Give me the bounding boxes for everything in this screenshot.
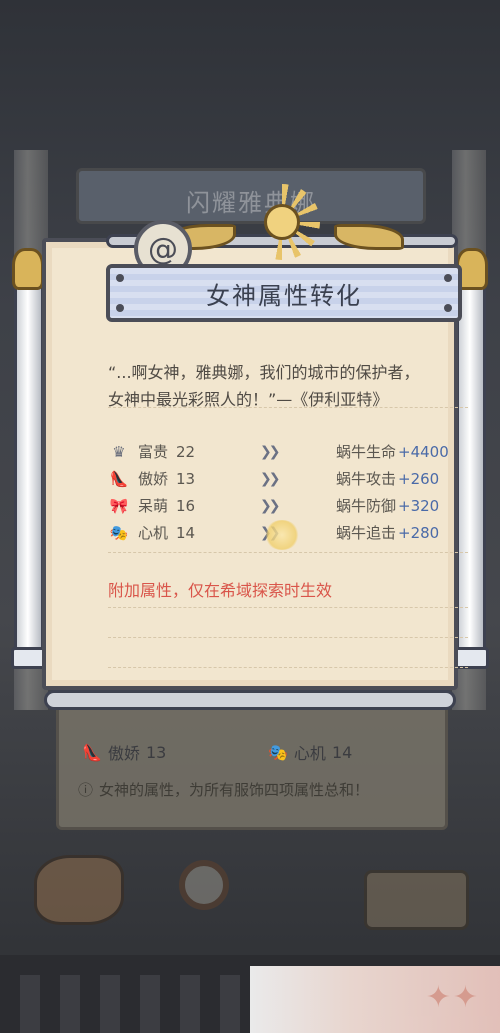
- shoe-icon: 👠: [82, 742, 102, 762]
- double-chevron-icon: ❯❯: [260, 470, 281, 487]
- quote: “...啊女神，雅典娜，我们的城市的保护者， 女神中最光彩照人的！”—《伊利亚特…: [108, 359, 478, 413]
- stat-value: 22: [176, 442, 196, 461]
- modal-title-plate: 女神属性转化: [106, 264, 462, 322]
- stat-value: 16: [176, 496, 196, 515]
- bolt: [444, 274, 452, 282]
- stat-value: 14: [176, 523, 196, 542]
- sun-ornament-icon: [244, 184, 320, 260]
- bg-stat-value: 14: [331, 742, 353, 762]
- snail-stat-label: 蜗牛追击: [336, 524, 397, 542]
- parchment-panel: @ 女神属性转化 “...啊女神，雅典娜，我们的城市的保护者， 女神中最光彩照人…: [42, 184, 468, 690]
- snail-stat-bonus: +280: [398, 523, 440, 542]
- stat-label: 心机: [138, 524, 169, 542]
- shoe-icon: 👠: [109, 469, 129, 488]
- double-chevron-icon: ❯❯: [260, 497, 281, 514]
- stat-row-luxury: ♛ 富贵 22 ❯❯ 蜗牛生命 +4400: [108, 438, 468, 465]
- bow-icon: 🎀: [109, 496, 129, 515]
- bar-slat: [20, 975, 40, 1033]
- bar-slat: [100, 975, 120, 1033]
- bar-slat: [220, 975, 240, 1033]
- quote-line-2: 女神中最光彩照人的！”—《伊利亚特》: [108, 390, 389, 409]
- bar-slat: [140, 975, 160, 1033]
- snail-stat-bonus: +4400: [398, 442, 449, 461]
- mask-icon: 🎭: [109, 523, 129, 542]
- bar-slat: [60, 975, 80, 1033]
- ruled-line: [108, 552, 468, 553]
- bolt: [116, 304, 124, 312]
- stat-label: 呆萌: [138, 497, 169, 515]
- modal-title: 女神属性转化: [206, 281, 362, 310]
- stat-label: 傲娇: [138, 470, 169, 488]
- goddess-attribute-modal[interactable]: @ 女神属性转化 “...啊女神，雅典娜，我们的城市的保护者， 女神中最光彩照人…: [11, 184, 489, 710]
- bg-stat-1: 👠 傲娇 13: [82, 740, 166, 764]
- pillar-left: [11, 257, 47, 669]
- notice-text: 附加属性，仅在希域探索时生效: [108, 581, 333, 600]
- double-chevron-icon: ❯❯: [260, 443, 281, 460]
- tap-sparkle-icon: [264, 520, 300, 550]
- bg-attribute-panel: [56, 700, 448, 830]
- crown-icon: ♛: [112, 442, 126, 461]
- bg-stat-label: 心机: [293, 744, 326, 763]
- lion-statue-left-icon: [12, 248, 44, 290]
- ruled-line: [108, 667, 468, 668]
- ruled-line: [108, 637, 468, 638]
- basket-prop-icon: [364, 870, 469, 930]
- bg-note-text: 女神的属性，为所有服饰四项属性总和！: [99, 780, 370, 799]
- stat-row-proud: 👠 傲娇 13 ❯❯ 蜗牛攻击 +260: [108, 465, 468, 492]
- snail-stat-bonus: +260: [398, 469, 440, 488]
- bolt: [444, 304, 452, 312]
- stat-row-cute: 🎀 呆萌 16 ❯❯ 蜗牛防御 +320: [108, 492, 468, 519]
- magnifier-prop-icon: [179, 860, 229, 910]
- bar-slat: [180, 975, 200, 1033]
- watermark-logo: ✦✦: [250, 966, 500, 1033]
- stat-value: 13: [176, 469, 196, 488]
- sun-face: [264, 204, 300, 240]
- snail-stat-label: 蜗牛攻击: [336, 470, 397, 488]
- info-icon: ⓘ: [78, 780, 94, 799]
- scroll-bottom-bar: [44, 690, 456, 710]
- bolt: [116, 274, 124, 282]
- bg-stat-label: 傲娇: [107, 744, 140, 763]
- snail-stat-label: 蜗牛防御: [336, 497, 397, 515]
- scroll-prop-icon: [34, 855, 124, 925]
- bg-stat-2: 🎭 心机 14: [268, 740, 352, 764]
- ruled-line: [108, 407, 468, 408]
- bg-note: ⓘ 女神的属性，为所有服饰四项属性总和！: [78, 775, 428, 803]
- quote-line-1: “...啊女神，雅典娜，我们的城市的保护者，: [108, 363, 420, 382]
- snail-stat-bonus: +320: [398, 496, 440, 515]
- bg-stat-value: 13: [145, 742, 167, 762]
- snail-stat-label: 蜗牛生命: [336, 443, 397, 461]
- ruled-line: [108, 607, 468, 608]
- mask-icon: 🎭: [268, 742, 288, 762]
- stat-label: 富贵: [138, 443, 169, 461]
